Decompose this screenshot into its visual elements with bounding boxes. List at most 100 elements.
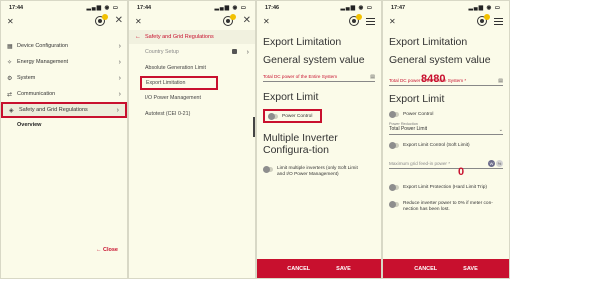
nav-item-communication[interactable]: ⇄ Communication › bbox=[1, 86, 127, 102]
nav-label: System bbox=[17, 75, 36, 81]
power-control-toggle-row[interactable]: Power Control bbox=[265, 111, 320, 121]
nav-item-device-configuration[interactable]: ▦ Device Configuration › bbox=[1, 38, 127, 54]
close-icon[interactable]: ✕ bbox=[135, 17, 142, 26]
close-label: Close bbox=[103, 247, 118, 253]
nav-item-system[interactable]: ⚙ System › bbox=[1, 70, 127, 86]
status-bar: 17:44 ▂▄▆ ◉ ▭ bbox=[1, 1, 127, 14]
toggle-label: Power Control bbox=[282, 113, 313, 119]
toggle-label: Export Limit Protection (Hard Limit Trip… bbox=[403, 184, 487, 190]
row-country-setup[interactable]: Country Setup › bbox=[129, 44, 255, 60]
nav-label: Device Configuration bbox=[17, 43, 69, 49]
hamburger-menu-icon[interactable] bbox=[366, 18, 375, 25]
field-label: Maximum grid feed-in power * bbox=[389, 161, 451, 166]
power-reduction-select[interactable]: Total Power Limit ⌄ bbox=[389, 126, 503, 135]
field-icon: ▤ bbox=[370, 74, 375, 80]
close-icon[interactable]: ✕ bbox=[263, 17, 270, 26]
save-button[interactable]: SAVE bbox=[336, 266, 351, 272]
close-menu-icon[interactable]: ✕ bbox=[115, 15, 123, 26]
save-button[interactable]: SAVE bbox=[463, 266, 478, 272]
action-footer: CANCEL SAVE bbox=[257, 259, 381, 278]
back-header[interactable]: ← Safety and Grid Regulations bbox=[129, 30, 255, 44]
phone-screen-safety-grid: 17:44 ▂▄▆ ◉ ▭ ✕ ✕ ← Safety and Grid Regu… bbox=[128, 0, 256, 279]
top-bar: ✕ ✕ bbox=[1, 14, 127, 30]
notification-badge bbox=[230, 14, 236, 20]
status-bar: 17:44 ▂▄▆ ◉ ▭ bbox=[129, 1, 255, 14]
lock-icon bbox=[232, 49, 237, 54]
section-multiple-inverter: Multiple Inverter Configura-tion bbox=[263, 132, 338, 156]
nav-label: Communication bbox=[17, 91, 56, 97]
status-time: 17:44 bbox=[9, 5, 24, 11]
section-general-system-value: General system value bbox=[263, 54, 365, 66]
annotation-total-dc-value: 8480 bbox=[421, 73, 446, 85]
limit-multiple-toggle[interactable] bbox=[263, 166, 273, 173]
total-dc-power-field[interactable]: Total DC power of the Entire System * ▤ bbox=[389, 74, 503, 86]
cancel-button[interactable]: CANCEL bbox=[414, 266, 437, 272]
nav-item-energy-management[interactable]: ✧ Energy Management › bbox=[1, 54, 127, 70]
status-bar: 17:47 ▂▄▆ ◉ ▭ bbox=[383, 1, 509, 14]
status-time: 17:46 bbox=[265, 5, 280, 11]
row-io-power-management[interactable]: I/O Power Management bbox=[129, 90, 255, 106]
top-bar: ✕ ✕ bbox=[129, 14, 255, 30]
export-hard-limit-row[interactable]: Export Limit Protection (Hard Limit Trip… bbox=[383, 183, 509, 191]
phone-screen-menu: 17:44 ▂▄▆ ◉ ▭ ✕ ✕ ▦ Device Configuration… bbox=[0, 0, 128, 279]
unit-percent-button[interactable]: % bbox=[496, 160, 503, 167]
reduce-power-row[interactable]: Reduce inverter power to 0% if meter con… bbox=[383, 201, 509, 213]
cancel-button[interactable]: CANCEL bbox=[287, 266, 310, 272]
close-icon[interactable]: ✕ bbox=[389, 17, 396, 26]
select-value: Total Power Limit bbox=[389, 126, 428, 132]
top-bar: ✕ bbox=[383, 14, 509, 30]
close-link[interactable]: ← Close bbox=[96, 247, 118, 253]
row-label: Country Setup bbox=[145, 49, 179, 55]
section-general-system-value: General system value bbox=[389, 54, 491, 66]
row-export-limitation[interactable]: Export Limitation bbox=[140, 76, 218, 90]
nav-label: Safety and Grid Regulations bbox=[19, 107, 88, 113]
total-dc-power-field[interactable]: Total DC power of the Entire System ▤ bbox=[263, 70, 375, 82]
toggle-label: Reduce inverter power to 0% if meter con… bbox=[403, 201, 493, 212]
limit-multiple-inverters-row[interactable]: Limit multiple inverters (only Soft Limi… bbox=[257, 166, 381, 178]
notification-badge bbox=[102, 14, 108, 20]
chevron-right-icon: › bbox=[246, 48, 249, 56]
action-footer: CANCEL SAVE bbox=[383, 259, 509, 278]
power-control-highlight: Power Control bbox=[263, 109, 322, 123]
reduce-power-toggle[interactable] bbox=[389, 201, 399, 208]
section-export-limit: Export Limit bbox=[389, 93, 445, 105]
chevron-right-icon: › bbox=[118, 90, 121, 98]
status-time: 17:44 bbox=[137, 5, 152, 11]
page-title: Export Limitation bbox=[389, 36, 468, 48]
nav-sub-item-overview[interactable]: Overview bbox=[1, 118, 127, 132]
field-label: Total DC power of the Entire System bbox=[263, 74, 338, 79]
shield-icon: ◈ bbox=[9, 107, 14, 114]
status-bar: 17:46 ▂▄▆ ◉ ▭ bbox=[257, 1, 381, 14]
notification-badge bbox=[484, 14, 490, 20]
close-icon[interactable]: ✕ bbox=[7, 17, 14, 26]
phone-screen-export-limitation-configured: 17:47 ▂▄▆ ◉ ▭ ✕ Export Limitation Genera… bbox=[382, 0, 510, 279]
close-menu-icon[interactable]: ✕ bbox=[243, 15, 251, 26]
status-icons: ▂▄▆ ◉ ▭ bbox=[468, 5, 501, 11]
export-soft-limit-toggle[interactable] bbox=[389, 141, 399, 149]
nav-item-safety-and-grid-regulations[interactable]: ◈ Safety and Grid Regulations › bbox=[1, 102, 127, 118]
header-label: Safety and Grid Regulations bbox=[145, 34, 214, 40]
arrow-left-icon: ← bbox=[135, 34, 141, 40]
chevron-right-icon: › bbox=[118, 58, 121, 66]
status-icons: ▂▄▆ ◉ ▭ bbox=[340, 5, 373, 11]
max-grid-feed-in-field[interactable]: Maximum grid feed-in power * W % bbox=[389, 157, 503, 169]
field-icon: ▤ bbox=[498, 78, 503, 84]
scroll-indicator bbox=[253, 117, 255, 137]
arrows-icon: ⇄ bbox=[7, 91, 13, 98]
top-bar: ✕ bbox=[257, 14, 381, 30]
notification-badge bbox=[356, 14, 362, 20]
chevron-right-icon: › bbox=[118, 74, 121, 82]
chevron-down-icon: ⌄ bbox=[498, 127, 503, 133]
power-control-toggle-row[interactable]: Power Control bbox=[383, 110, 509, 118]
page-title: Export Limitation bbox=[263, 36, 342, 48]
export-hard-limit-toggle[interactable] bbox=[389, 183, 399, 191]
row-absolute-generation-limit[interactable]: Absolute Generation Limit bbox=[129, 60, 255, 76]
power-control-toggle[interactable] bbox=[389, 110, 399, 118]
power-control-toggle[interactable] bbox=[268, 112, 278, 120]
unit-watt-button[interactable]: W bbox=[488, 160, 495, 167]
toggle-label: Limit multiple inverters (only Soft Limi… bbox=[277, 166, 358, 177]
hamburger-menu-icon[interactable] bbox=[494, 18, 503, 25]
row-autotest[interactable]: Autotest (CEI 0-21) bbox=[129, 106, 255, 122]
gear-icon: ⚙ bbox=[7, 75, 13, 82]
export-soft-limit-row[interactable]: Export Limit Control (Soft Limit) bbox=[383, 141, 509, 149]
